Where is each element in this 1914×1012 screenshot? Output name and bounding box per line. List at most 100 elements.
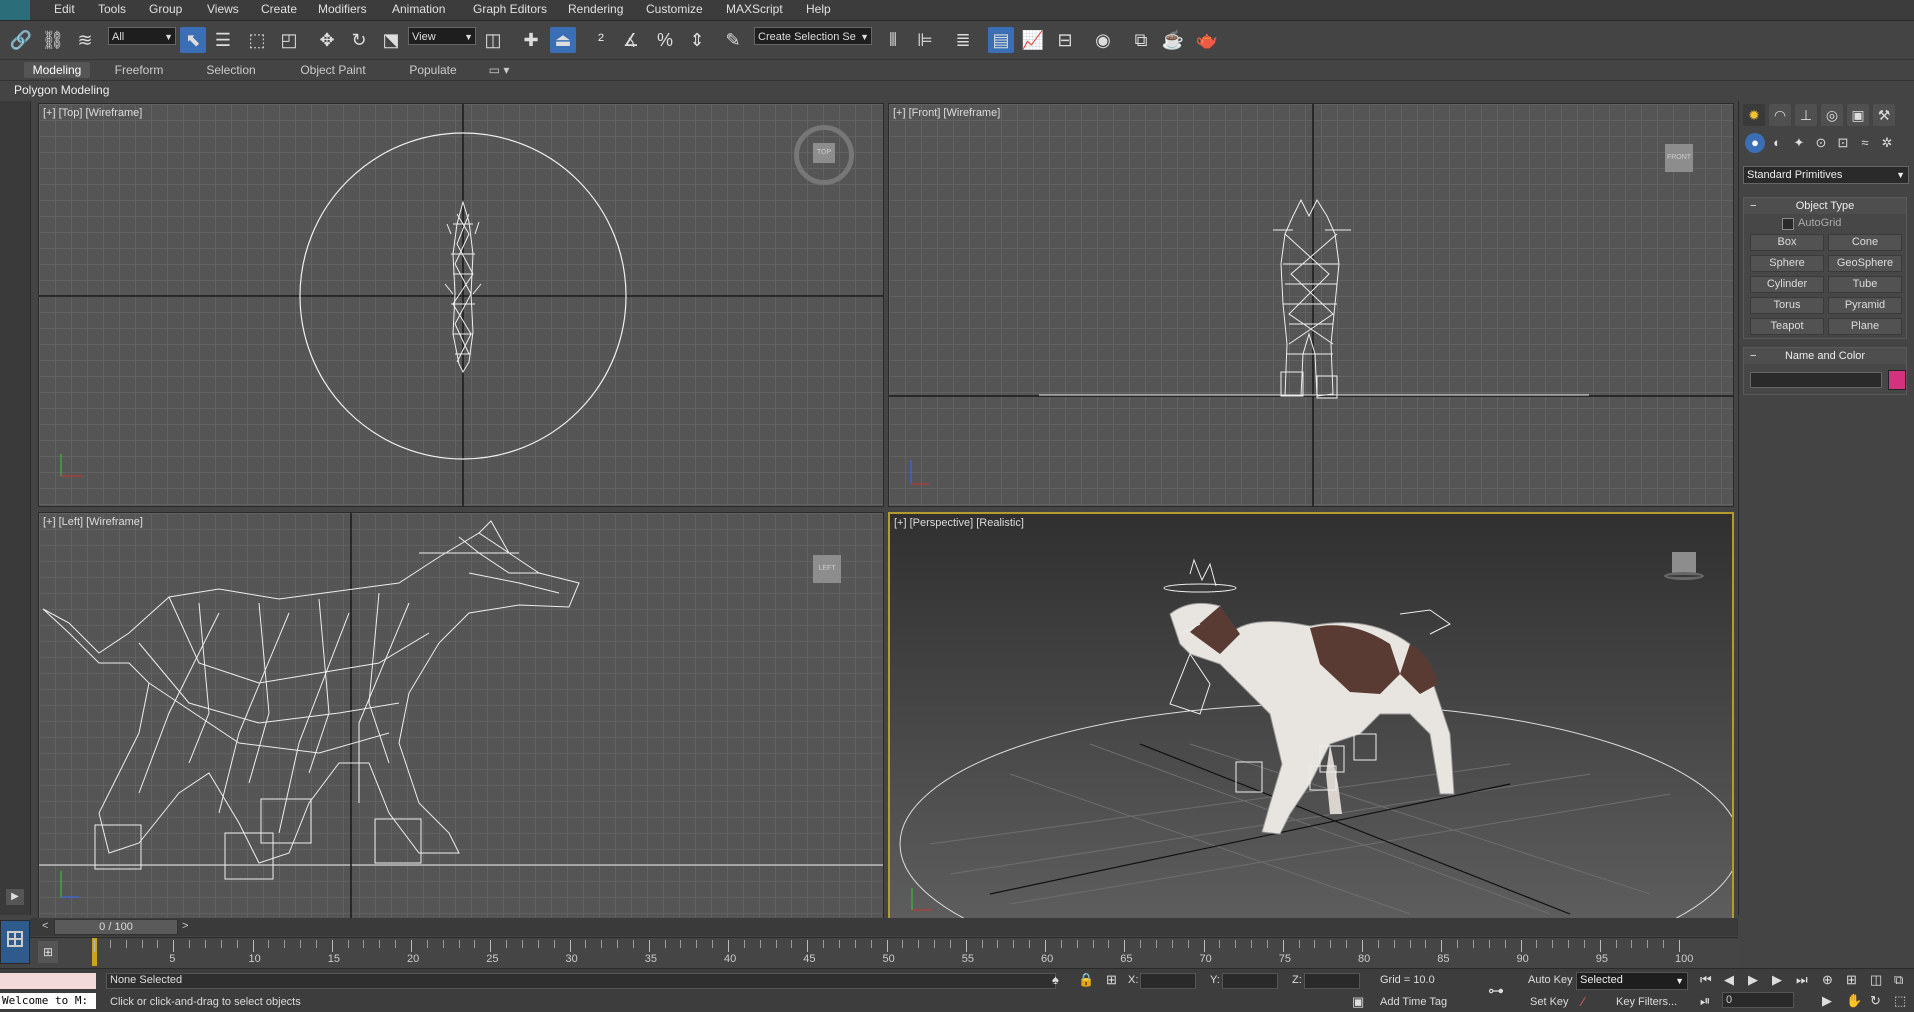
menu-tools[interactable]: Tools — [98, 2, 126, 16]
keyboard-shortcut-icon[interactable]: ⏏ — [550, 27, 576, 53]
window-crossing-icon[interactable]: ◰ — [276, 27, 302, 53]
viewport-perspective-label[interactable]: [+] [Perspective] [Realistic] — [894, 517, 1024, 529]
orbit-icon[interactable]: ↻ — [1870, 993, 1881, 1009]
menu-help[interactable]: Help — [806, 2, 831, 16]
object-type-title[interactable]: − Object Type — [1744, 198, 1906, 214]
create-tab-icon[interactable]: ✹ — [1743, 104, 1765, 126]
schematic-view-icon[interactable]: ⊟ — [1052, 27, 1078, 53]
mirror-icon[interactable]: ⫴ — [880, 27, 906, 53]
y-coord-field[interactable] — [1222, 973, 1278, 989]
lights-icon[interactable]: ✦ — [1789, 133, 1809, 153]
key-curve-icon[interactable]: ⁄ — [1582, 994, 1584, 1009]
z-coord-field[interactable] — [1304, 973, 1360, 989]
prev-key-icon[interactable]: ◀ — [1724, 972, 1734, 988]
mini-curve-editor-icon[interactable]: ⊞ — [38, 941, 58, 963]
systems-icon[interactable]: ✲ — [1877, 133, 1897, 153]
pivot-icon[interactable]: ◫ — [480, 27, 506, 53]
snap-toggle-icon[interactable]: ² — [588, 27, 614, 53]
maxscript-mini-listener[interactable] — [0, 973, 96, 989]
named-selection-dropdown[interactable]: Create Selection Se ▼ — [754, 27, 872, 45]
maximize-toggle-icon[interactable]: ⬚ — [1894, 993, 1906, 1009]
play-icon[interactable]: ▶ — [1748, 972, 1758, 988]
object-name-field[interactable] — [1750, 372, 1882, 388]
current-frame-field[interactable]: 0 — [1722, 992, 1794, 1008]
bind-spacewarp-icon[interactable]: ≋ — [72, 27, 98, 53]
zoom-extents-all-icon[interactable]: ⧉ — [1894, 972, 1903, 988]
cone-button[interactable]: Cone — [1828, 234, 1902, 251]
modify-tab-icon[interactable]: ◠ — [1769, 104, 1791, 126]
edit-named-sel-icon[interactable]: ✎ — [720, 27, 746, 53]
geometry-icon[interactable]: ● — [1745, 133, 1765, 153]
set-key-mode-icon[interactable]: ⊶ — [1488, 981, 1504, 1001]
spacewarps-icon[interactable]: ≈ — [1855, 133, 1875, 153]
viewport-front[interactable]: [+] [Front] [Wireframe] FRONT — [888, 103, 1734, 507]
time-tag-icon[interactable]: ▣ — [1352, 994, 1364, 1010]
viewcube-front[interactable]: FRONT — [1665, 144, 1693, 172]
viewcube-left[interactable]: LEFT — [813, 555, 841, 583]
rect-region-icon[interactable]: ⬚ — [244, 27, 270, 53]
angle-snap-icon[interactable]: ∡ — [618, 27, 644, 53]
unlink-icon[interactable]: ⛓ — [40, 27, 66, 53]
move-icon[interactable]: ✥ — [314, 27, 340, 53]
zoom-icon[interactable]: ⊕ — [1822, 972, 1833, 988]
render-setup-icon[interactable]: ⧉ — [1128, 27, 1154, 53]
select-by-name-icon[interactable]: ☰ — [210, 27, 236, 53]
spinner-snap-icon[interactable]: ⇕ — [684, 27, 710, 53]
plane-button[interactable]: Plane — [1828, 318, 1902, 335]
isolate-selection-icon[interactable]: ♠ — [1052, 972, 1059, 987]
tab-modeling[interactable]: Modeling — [24, 62, 90, 78]
viewport-top-label[interactable]: [+] [Top] [Wireframe] — [43, 107, 142, 119]
time-slider-thumb[interactable]: 0 / 100 — [54, 919, 178, 935]
menu-group[interactable]: Group — [149, 2, 182, 16]
curve-editor-icon[interactable]: 📈 — [1020, 27, 1046, 53]
pyramid-button[interactable]: Pyramid — [1828, 297, 1902, 314]
key-filters-button[interactable]: Key Filters... — [1616, 996, 1677, 1008]
selection-filter-dropdown[interactable]: All ▼ — [108, 27, 176, 45]
x-coord-field[interactable] — [1140, 973, 1196, 989]
set-key-button[interactable]: Set Key — [1530, 996, 1569, 1008]
absolute-mode-icon[interactable]: ⊞ — [1106, 972, 1117, 988]
viewport-perspective[interactable]: [+] [Perspective] [Realistic] — [888, 512, 1734, 920]
maxscript-output[interactable]: Welcome to M: — [0, 993, 96, 1009]
rendered-frame-icon[interactable]: ☕ — [1160, 27, 1186, 53]
tube-button[interactable]: Tube — [1828, 276, 1902, 293]
viewcube-top[interactable]: TOP — [794, 125, 854, 185]
menu-animation[interactable]: Animation — [392, 2, 445, 16]
percent-snap-icon[interactable]: % — [652, 27, 678, 53]
sphere-button[interactable]: Sphere — [1750, 255, 1824, 272]
key-mode-toggle-icon[interactable]: ⏯ — [1700, 993, 1710, 1009]
menu-rendering[interactable]: Rendering — [568, 2, 623, 16]
utilities-tab-icon[interactable]: ⚒ — [1873, 104, 1895, 126]
name-color-title[interactable]: − Name and Color — [1744, 348, 1906, 364]
goto-start-icon[interactable]: ⏮ — [1700, 972, 1712, 988]
next-key-icon[interactable]: ▶ — [1772, 972, 1782, 988]
prev-frame-icon[interactable]: < — [42, 920, 48, 932]
autogrid-checkbox[interactable] — [1782, 218, 1794, 230]
align-icon[interactable]: ⊫ — [912, 27, 938, 53]
goto-end-icon[interactable]: ⏭ — [1796, 972, 1808, 988]
field-of-view-icon[interactable]: ▶ — [1822, 993, 1832, 1009]
menu-maxscript[interactable]: MAXScript — [726, 2, 783, 16]
pan-icon[interactable]: ✋ — [1846, 993, 1862, 1009]
helpers-icon[interactable]: ⊡ — [1833, 133, 1853, 153]
tab-object-paint[interactable]: Object Paint — [290, 62, 376, 78]
menu-graph-editors[interactable]: Graph Editors — [473, 2, 547, 16]
key-mode-dropdown[interactable]: Selected ▼ — [1576, 972, 1688, 990]
tab-freeform[interactable]: Freeform — [104, 62, 174, 78]
viewport-left-label[interactable]: [+] [Left] [Wireframe] — [43, 516, 143, 528]
viewcube-perspective[interactable] — [1664, 552, 1704, 588]
menu-modifiers[interactable]: Modifiers — [318, 2, 367, 16]
menu-views[interactable]: Views — [207, 2, 239, 16]
tab-selection[interactable]: Selection — [196, 62, 266, 78]
display-tab-icon[interactable]: ▣ — [1847, 104, 1869, 126]
zoom-all-icon[interactable]: ⊞ — [1846, 972, 1857, 988]
render-icon[interactable]: 🫖 — [1194, 27, 1220, 53]
time-slider[interactable]: < 0 / 100 > — [30, 918, 1738, 936]
menu-customize[interactable]: Customize — [646, 2, 703, 16]
viewport-front-label[interactable]: [+] [Front] [Wireframe] — [893, 107, 1000, 119]
rotate-icon[interactable]: ↻ — [346, 27, 372, 53]
geosphere-button[interactable]: GeoSphere — [1828, 255, 1902, 272]
zoom-extents-icon[interactable]: ◫ — [1870, 972, 1882, 988]
expand-layout-icon[interactable]: ▶ — [6, 889, 24, 905]
tab-populate[interactable]: Populate — [398, 62, 468, 78]
